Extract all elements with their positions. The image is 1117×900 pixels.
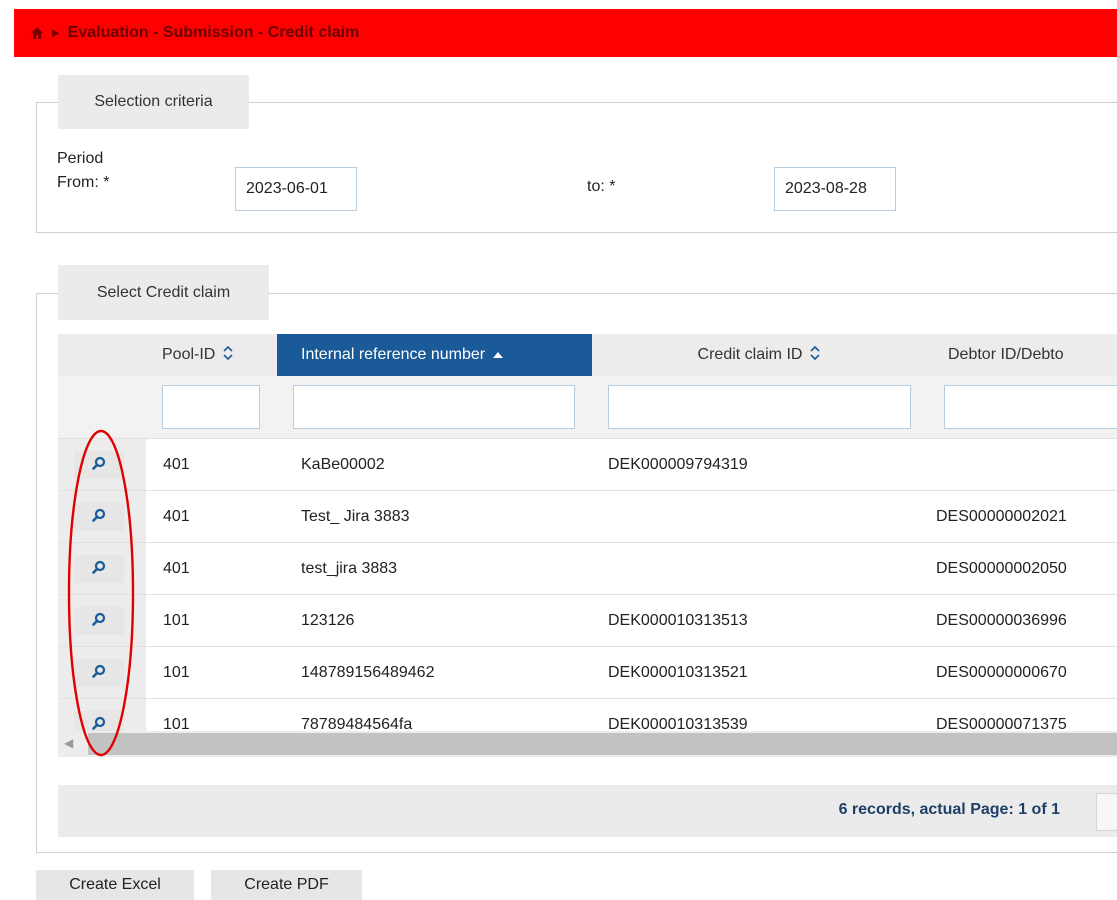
cell-pool-id: 101	[163, 664, 190, 681]
cell-internal-reference: Test_ Jira 3883	[301, 508, 410, 525]
page-size-select[interactable]	[1096, 793, 1117, 831]
cell-credit-claim-id: DEK000010313513	[608, 612, 748, 629]
cell-pool-id: 401	[163, 456, 190, 473]
to-label: to: *	[587, 178, 616, 195]
table-row[interactable]: 401 Test_ Jira 3883 DES00000002021	[58, 490, 1117, 543]
header-credit-claim-id-label: Credit claim ID	[697, 346, 803, 363]
filter-debtor-id[interactable]	[944, 385, 1117, 429]
table-filter-row	[58, 376, 1117, 438]
cell-debtor-id: DES00000036996	[936, 612, 1067, 629]
cell-internal-reference: 148789156489462	[301, 664, 435, 681]
table-header-row: Pool-ID Internal reference number Credit…	[58, 334, 1117, 376]
horizontal-scrollbar[interactable]: ◀	[58, 731, 1117, 757]
cell-internal-reference: 123126	[301, 612, 355, 629]
sort-asc-icon	[493, 346, 504, 364]
period-label: Period	[57, 150, 104, 167]
filter-pool-id[interactable]	[162, 385, 260, 429]
table-row[interactable]: 101 123126 DEK000010313513 DES0000003699…	[58, 594, 1117, 647]
from-date-input[interactable]	[235, 167, 357, 211]
header-debtor-id-label: Debtor ID/Debto	[948, 346, 1064, 363]
filter-credit-claim-id[interactable]	[608, 385, 911, 429]
to-date-input[interactable]	[774, 167, 896, 211]
home-icon[interactable]	[30, 26, 44, 40]
cell-internal-reference: test_jira 3883	[301, 560, 398, 577]
header-credit-claim-id[interactable]: Credit claim ID	[592, 334, 926, 376]
sort-both-icon	[810, 345, 821, 365]
cell-credit-claim-id: DEK000010313521	[608, 664, 748, 681]
table-row[interactable]: 101 148789156489462 DEK000010313521 DES0…	[58, 646, 1117, 699]
header-pool-id-label: Pool-ID	[162, 346, 216, 363]
cell-pool-id: 401	[163, 508, 190, 525]
create-excel-button[interactable]: Create Excel	[36, 870, 194, 900]
annotation-ellipse	[67, 429, 135, 757]
cell-debtor-id: DES00000002050	[936, 560, 1067, 577]
from-label: From: *	[57, 174, 110, 191]
cell-debtor-id: DES00000000670	[936, 664, 1067, 681]
pager-status: 6 records, actual Page: 1 of 1	[838, 801, 1060, 818]
caret-right-icon: ▶	[52, 27, 60, 39]
cell-pool-id: 101	[163, 612, 190, 629]
header-internal-reference-label: Internal reference number	[301, 346, 486, 363]
select-credit-claim-legend: Select Credit claim	[58, 265, 269, 320]
cell-internal-reference: KaBe00002	[301, 456, 385, 473]
cell-debtor-id: DES00000002021	[936, 508, 1067, 525]
sort-both-icon	[223, 345, 233, 365]
cell-debtor-id	[926, 439, 1117, 491]
header-pool-id[interactable]: Pool-ID	[146, 334, 277, 376]
table-row[interactable]: 401 test_jira 3883 DES00000002050	[58, 542, 1117, 595]
create-pdf-button[interactable]: Create PDF	[211, 870, 362, 900]
title-bar: ▶ Evaluation - Submission - Credit claim	[14, 9, 1117, 57]
breadcrumb: Evaluation - Submission - Credit claim	[67, 24, 360, 41]
header-action-column	[58, 334, 146, 376]
cell-credit-claim-id: DEK000009794319	[608, 456, 748, 473]
selection-criteria-legend: Selection criteria	[58, 75, 249, 129]
scrollbar-thumb[interactable]	[88, 733, 1117, 755]
header-internal-reference[interactable]: Internal reference number	[277, 334, 592, 376]
cell-pool-id: 401	[163, 560, 190, 577]
filter-internal-reference[interactable]	[293, 385, 575, 429]
table-row[interactable]: 401 KaBe00002 DEK000009794319	[58, 438, 1117, 491]
cell-credit-claim-id	[592, 491, 926, 543]
header-debtor-id[interactable]: Debtor ID/Debto	[926, 334, 1117, 376]
table-pager: 6 records, actual Page: 1 of 1	[58, 785, 1117, 837]
cell-credit-claim-id	[592, 543, 926, 595]
